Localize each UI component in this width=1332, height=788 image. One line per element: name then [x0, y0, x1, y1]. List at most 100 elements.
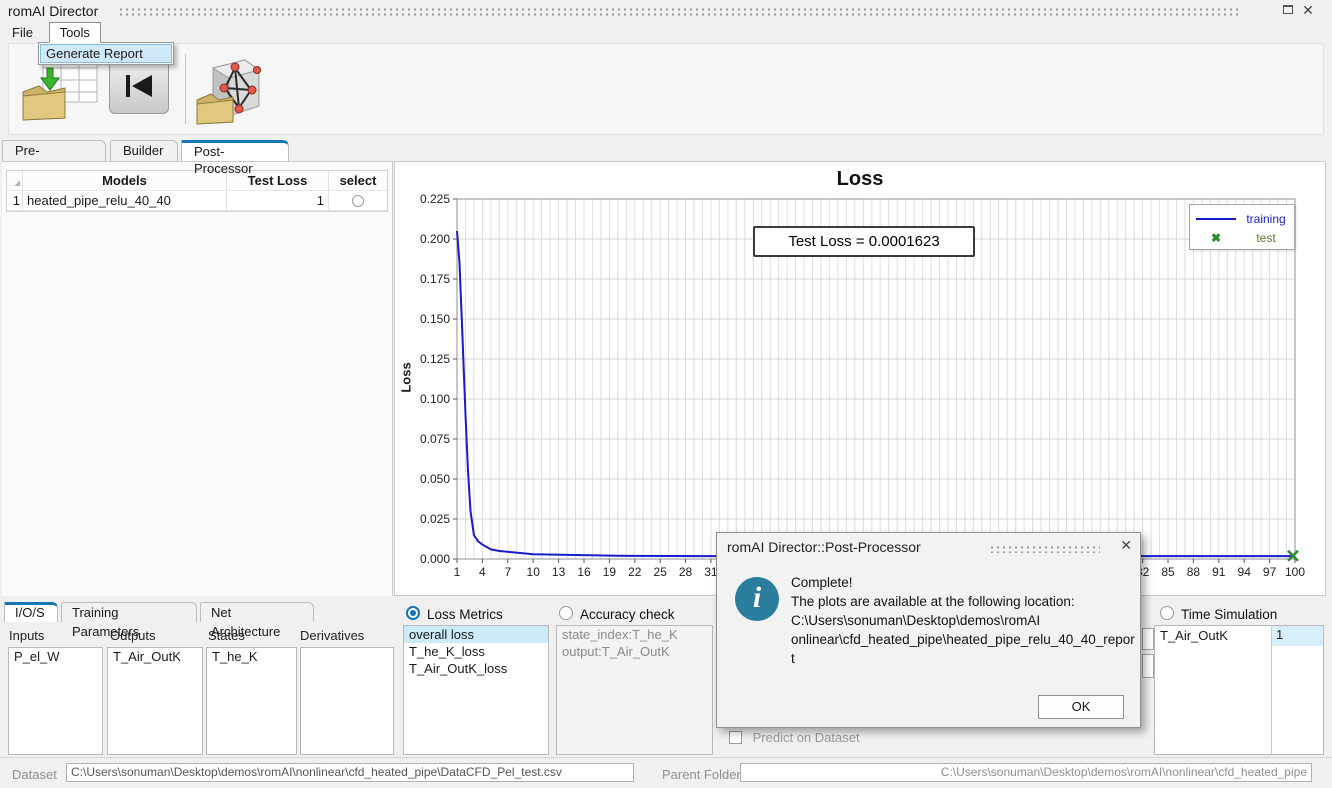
- svg-text:25: 25: [654, 565, 668, 579]
- list-item[interactable]: T_he_K_loss: [404, 643, 548, 660]
- loss-chart-panel: Loss Loss 147101316192225283134374043464…: [394, 161, 1326, 596]
- svg-text:0.050: 0.050: [420, 472, 450, 486]
- predict-on-dataset-checkbox[interactable]: [729, 731, 742, 744]
- loss-metrics-radio[interactable]: [406, 606, 420, 620]
- load-model-button[interactable]: [195, 54, 263, 131]
- model-select-radio[interactable]: [352, 195, 364, 207]
- tab-ios[interactable]: I/O/S: [4, 602, 58, 622]
- dialog-message-line: The plots are available at the following…: [791, 592, 1137, 611]
- table-corner-icon: ◢: [15, 180, 20, 187]
- parent-folder-label: Parent Folder: [662, 767, 741, 782]
- dataset-label: Dataset: [12, 767, 57, 782]
- dialog-close-button[interactable]: ✕: [1120, 537, 1132, 554]
- svg-text:0.125: 0.125: [420, 352, 450, 366]
- svg-text:28: 28: [679, 565, 693, 579]
- time-simulation-radio[interactable]: [1160, 606, 1174, 620]
- svg-text:97: 97: [1263, 565, 1277, 579]
- menu-item-generate-report[interactable]: Generate Report: [40, 44, 172, 63]
- states-list[interactable]: T_he_K: [206, 647, 297, 755]
- tab-training-parameters[interactable]: Training Parameters: [61, 602, 197, 622]
- legend-test-label: test: [1244, 231, 1288, 245]
- y-axis-label: Loss: [399, 362, 414, 392]
- loss-metrics-list[interactable]: overall lossT_he_K_lossT_Air_OutK_loss: [403, 625, 549, 755]
- time-simulation-table[interactable]: T_Air_OutK 1: [1154, 625, 1324, 755]
- dialog-title: romAI Director::Post-Processor: [727, 539, 921, 555]
- list-item[interactable]: overall loss: [404, 626, 548, 643]
- ts-row-value[interactable]: 1: [1272, 626, 1323, 646]
- outputs-list[interactable]: T_Air_OutK: [107, 647, 203, 755]
- svg-text:85: 85: [1161, 565, 1175, 579]
- training-line-icon: [1196, 218, 1236, 220]
- maximize-button[interactable]: [1280, 3, 1296, 19]
- outputs-header: Outputs: [110, 628, 156, 643]
- dialog-grip: [989, 545, 1100, 553]
- inputs-list[interactable]: P_el_W: [8, 647, 103, 755]
- accuracy-check-radio[interactable]: [559, 606, 573, 620]
- time-simulation-label: Time Simulation: [1181, 607, 1277, 622]
- derivatives-list[interactable]: [300, 647, 394, 755]
- tools-dropdown-menu: Generate Report: [38, 42, 174, 65]
- svg-text:100: 100: [1285, 565, 1305, 579]
- list-item[interactable]: T_Air_OutK_loss: [404, 660, 548, 677]
- svg-text:0.225: 0.225: [420, 192, 450, 206]
- title-bar: romAI Director ✕: [0, 0, 1332, 22]
- dialog-message-line: Complete!: [791, 573, 1137, 592]
- svg-text:16: 16: [577, 565, 591, 579]
- legend-test-row: ✖ test: [1196, 228, 1288, 247]
- info-icon: i: [735, 577, 779, 621]
- list-item[interactable]: state_index:T_he_K: [557, 626, 712, 643]
- model-name-cell: heated_pipe_relu_40_40: [23, 191, 227, 211]
- hidden-field-stub: [1142, 628, 1154, 650]
- col-select[interactable]: select: [329, 171, 387, 191]
- import-dataset-button[interactable]: [21, 54, 101, 129]
- dialog-message-line: onlinear\cfd_heated_pipe\heated_pipe_rel…: [791, 630, 1137, 668]
- table-row[interactable]: 1 heated_pipe_relu_40_40 1: [7, 191, 387, 211]
- tab-pre-processor[interactable]: Pre-Processor: [2, 140, 106, 161]
- svg-text:0.200: 0.200: [420, 232, 450, 246]
- svg-text:94: 94: [1238, 565, 1252, 579]
- predict-on-dataset-row: Predict on Dataset: [729, 730, 860, 745]
- inputs-header: Inputs: [9, 628, 44, 643]
- menu-tools[interactable]: Tools: [49, 22, 101, 43]
- svg-text:0.150: 0.150: [420, 312, 450, 326]
- svg-text:22: 22: [628, 565, 642, 579]
- ok-button[interactable]: OK: [1038, 695, 1124, 719]
- test-x-marker-icon: ✖: [1196, 231, 1236, 245]
- svg-text:19: 19: [603, 565, 617, 579]
- ts-row-name: T_Air_OutK: [1160, 628, 1228, 643]
- svg-text:88: 88: [1187, 565, 1201, 579]
- tab-net-architecture[interactable]: Net Architecture: [200, 602, 314, 622]
- tab-builder[interactable]: Builder: [110, 140, 178, 161]
- toolbar: [8, 43, 1324, 135]
- accuracy-check-list[interactable]: state_index:T_he_Koutput:T_Air_OutK: [556, 625, 713, 755]
- svg-text:91: 91: [1212, 565, 1226, 579]
- maximize-icon: [1283, 5, 1293, 14]
- svg-text:13: 13: [552, 565, 566, 579]
- toolbar-separator: [185, 54, 186, 124]
- svg-text:0.100: 0.100: [420, 392, 450, 406]
- hidden-field-stub: [1142, 654, 1154, 678]
- dialog-message-line: C:\Users\sonuman\Desktop\demos\romAI: [791, 611, 1137, 630]
- row-index: 1: [7, 191, 23, 211]
- svg-text:0.000: 0.000: [420, 552, 450, 566]
- predict-on-dataset-label: Predict on Dataset: [753, 730, 860, 745]
- load-model-icon: [195, 54, 263, 128]
- romai-director-window: { "window": {"title": "romAI Director"},…: [0, 0, 1332, 788]
- list-item[interactable]: T_Air_OutK: [108, 648, 202, 665]
- svg-text:10: 10: [527, 565, 541, 579]
- reset-button[interactable]: [109, 58, 169, 114]
- svg-text:0.175: 0.175: [420, 272, 450, 286]
- svg-text:0.025: 0.025: [420, 512, 450, 526]
- list-item[interactable]: T_he_K: [207, 648, 296, 665]
- window-title: romAI Director: [8, 3, 98, 19]
- list-item[interactable]: P_el_W: [9, 648, 102, 665]
- parent-folder-path-field[interactable]: C:\Users\sonuman\Desktop\demos\romAI\non…: [740, 763, 1312, 782]
- close-button[interactable]: ✕: [1300, 3, 1316, 19]
- menu-file[interactable]: File: [2, 23, 43, 42]
- list-item[interactable]: output:T_Air_OutK: [557, 643, 712, 660]
- tab-post-processor[interactable]: Post-Processor: [181, 140, 289, 161]
- svg-text:4: 4: [479, 565, 486, 579]
- svg-text:7: 7: [504, 565, 511, 579]
- dataset-path-field[interactable]: C:\Users\sonuman\Desktop\demos\romAI\non…: [66, 763, 634, 782]
- close-icon: ✕: [1120, 537, 1132, 553]
